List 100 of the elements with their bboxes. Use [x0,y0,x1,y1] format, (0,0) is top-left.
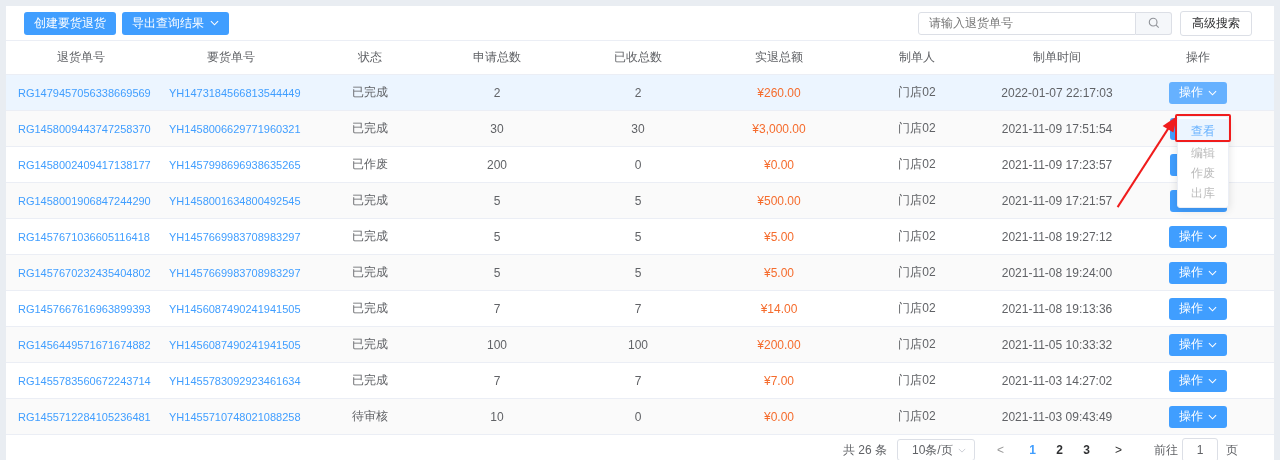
column-header: 要货单号 [207,50,255,64]
create-button[interactable]: 创建要货退货 [24,11,116,35]
next-page-button[interactable]: > [1105,439,1132,460]
column-header: 实退总额 [755,50,803,64]
applied-count: 200 [487,157,507,172]
received-count: 2 [634,85,642,100]
column-header: 退货单号 [57,50,105,64]
applied-count: 100 [487,337,507,352]
request-number-link[interactable]: YH1456087490241941505 [169,302,301,315]
return-number-link[interactable]: RG1458002409417138177 [18,158,151,171]
maker-text: 门店02 [898,409,936,423]
time-text: 2021-11-09 17:21:57 [1001,193,1113,208]
chevron-down-icon [1208,89,1217,96]
maker-text: 门店02 [898,301,936,315]
action-button[interactable]: 操作 [1169,405,1227,428]
received-count: 7 [634,301,642,316]
time-text: 2021-11-08 19:27:12 [1001,229,1113,244]
request-number-link[interactable]: YH1456087490241941505 [169,338,301,351]
time-text: 2021-11-05 10:33:32 [1001,337,1113,352]
received-count: 0 [634,157,642,172]
return-number-link[interactable]: RG1455783560672243714 [18,374,151,387]
received-count: 30 [631,121,645,136]
received-count: 7 [634,373,642,388]
amount-text: ¥7.00 [764,373,794,388]
return-number-link[interactable]: RG1455712284105236481 [18,410,151,423]
page-number[interactable]: 1 [1019,439,1046,460]
request-number-link[interactable]: YH1455783092923461634 [169,374,301,387]
column-header: 申请总数 [473,50,521,64]
chevron-down-icon [210,20,219,26]
search-icon [1147,17,1160,29]
applied-count: 30 [490,121,504,136]
status-text: 已完成 [352,193,388,207]
chevron-down-icon [1208,233,1217,240]
search-button[interactable] [1136,11,1172,35]
maker-text: 门店02 [898,265,936,279]
amount-text: ¥5.00 [764,265,794,280]
time-text: 2021-11-03 09:43:49 [1001,409,1113,424]
request-number-link[interactable]: YH1457998696938635265 [169,158,301,171]
applied-count: 2 [493,85,501,100]
maker-text: 门店02 [898,121,936,135]
chevron-down-icon [1208,269,1217,276]
action-button[interactable]: 操作 [1169,333,1227,356]
amount-text: ¥5.00 [764,229,794,244]
action-button[interactable]: 操作 [1169,297,1227,320]
export-dropdown-button[interactable]: 导出查询结果 [122,11,229,35]
action-button[interactable]: 操作 [1169,261,1227,284]
page-number[interactable]: 2 [1046,439,1073,460]
return-number-link[interactable]: RG1458001906847244290 [18,194,151,207]
status-text: 已完成 [352,337,388,351]
action-button[interactable]: 操作 [1169,225,1227,248]
return-number-link[interactable]: RG1457671036605116418 [18,230,150,243]
request-number-link[interactable]: YH1458001634800492545 [169,194,301,207]
time-text: 2021-11-08 19:24:00 [1001,265,1113,280]
return-number-link[interactable]: RG1457667616963899393 [18,302,151,315]
column-header: 制单人 [899,50,935,64]
column-header: 已收总数 [614,50,662,64]
highlight-frame [1175,114,1231,142]
page-number[interactable]: 3 [1073,439,1100,460]
action-button[interactable]: 操作 [1169,81,1227,104]
request-number-link[interactable]: YH1458006629771960321 [169,122,301,135]
status-text: 已完成 [352,265,388,279]
maker-text: 门店02 [898,157,936,171]
return-number-link[interactable]: RG1479457056338669569 [18,86,151,99]
status-text: 已完成 [352,373,388,387]
amount-text: ¥3,000.00 [752,121,806,136]
action-button[interactable]: 操作 [1169,369,1227,392]
time-text: 2021-11-08 19:13:36 [1001,301,1113,316]
received-count: 0 [634,409,642,424]
previous-page-button[interactable]: < [987,439,1014,460]
status-text: 已完成 [352,229,388,243]
goto-page-field[interactable]: 1 [1182,438,1218,460]
request-number-link[interactable]: YH1457669983708983297 [169,266,301,279]
return-number-link[interactable]: RG1457670232435404802 [18,266,151,279]
return-number-link[interactable]: RG1456449571671674882 [18,338,151,351]
amount-text: ¥200.00 [757,337,801,352]
request-number-link[interactable]: YH1473184566813544449 [169,86,301,99]
total-count: 共 26 条 [843,441,887,459]
amount-text: ¥0.00 [764,157,794,172]
column-header: 状态 [358,50,382,64]
applied-count: 7 [493,301,501,316]
applied-count: 7 [493,373,501,388]
status-text: 待审核 [352,409,388,423]
request-number-link[interactable]: YH1457669983708983297 [169,230,301,243]
status-text: 已作废 [352,157,388,171]
chevron-down-icon [958,447,966,453]
chevron-down-icon [1208,305,1217,312]
menu-item[interactable]: 查看 [1178,119,1228,143]
search-field[interactable]: 请输入退货单号 [918,11,1136,35]
amount-text: ¥500.00 [757,193,801,208]
amount-text: ¥0.00 [764,409,794,424]
received-count: 5 [634,193,642,208]
maker-text: 门店02 [898,337,936,351]
request-number-link[interactable]: YH1455710748021088258 [169,410,301,423]
applied-count: 5 [493,193,501,208]
column-header: 制单时间 [1033,50,1081,64]
goto-label: 前往 [1154,441,1178,459]
status-text: 已完成 [352,85,388,99]
page-size-select[interactable]: 10条/页 [897,439,975,460]
advanced-search-button[interactable]: 高级搜索 [1180,10,1252,36]
return-number-link[interactable]: RG1458009443747258370 [18,122,151,135]
